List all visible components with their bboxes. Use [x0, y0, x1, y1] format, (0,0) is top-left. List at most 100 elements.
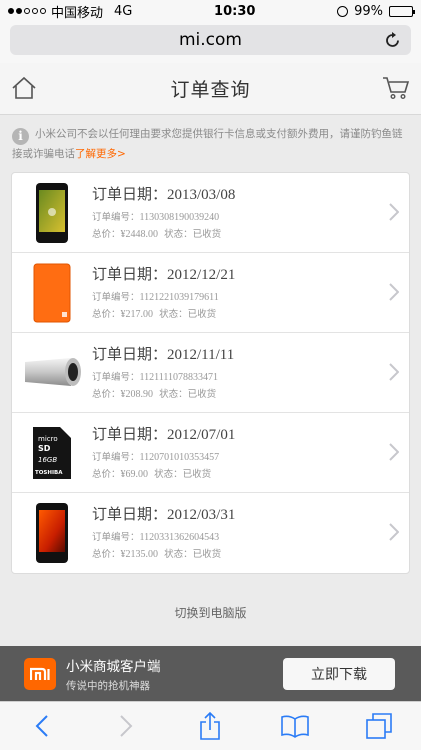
- total-label: 总价：: [92, 388, 121, 400]
- browser-toolbar: [0, 701, 421, 750]
- order-date-label: 订单日期：: [92, 344, 168, 363]
- svg-text:TOSHIBA: TOSHIBA: [35, 470, 63, 476]
- chevron-left-icon: [35, 715, 48, 737]
- share-button[interactable]: [188, 704, 232, 748]
- order-item[interactable]: 订单日期：2013/03/08 订单编号：1130308190039240 总价…: [12, 173, 409, 253]
- order-total: ¥2448.00: [120, 228, 159, 240]
- chevron-right-icon: [389, 363, 399, 381]
- order-list: 订单日期：2013/03/08 订单编号：1130308190039240 总价…: [11, 172, 410, 574]
- order-item[interactable]: 订单日期：2012/12/21 订单编号：1121221039179611 总价…: [12, 253, 409, 333]
- status-left: 中国移动 4G: [8, 2, 132, 21]
- status-bar: 中国移动 4G 10:30 99%: [0, 0, 421, 22]
- bookmarks-button[interactable]: [273, 704, 317, 748]
- switch-to-desktop-link[interactable]: 切换到电脑版: [0, 604, 421, 621]
- chevron-right-icon: [389, 283, 399, 301]
- cart-icon[interactable]: [382, 75, 410, 101]
- phone-icon: [36, 503, 68, 563]
- order-no-label: 订单编号：: [92, 211, 140, 223]
- reload-icon[interactable]: [385, 31, 401, 49]
- order-no-label: 订单编号：: [92, 532, 140, 543]
- back-button[interactable]: [20, 704, 64, 748]
- total-label: 总价：: [92, 308, 121, 320]
- order-no-label: 订单编号：: [92, 291, 140, 303]
- status-label: 状态：: [164, 549, 193, 560]
- chevron-right-icon: [389, 523, 399, 541]
- security-notice: i 小米公司不会以任何理由要求您提供银行卡信息或支付额外费用，请谨防钓鱼链接或诈骗…: [0, 115, 421, 172]
- order-date-label: 订单日期：: [92, 184, 168, 203]
- order-date: 2013/03/08: [167, 186, 236, 203]
- product-thumbnail: [12, 493, 92, 573]
- product-thumbnail: [12, 173, 92, 253]
- page-title: 订单查询: [170, 79, 251, 101]
- microsd-card-icon: micro SD 16GB TOSHIBA: [33, 426, 71, 479]
- product-thumbnail: [12, 333, 92, 413]
- product-thumbnail: micro SD 16GB TOSHIBA: [12, 413, 92, 493]
- order-total: ¥2135.00: [120, 549, 159, 560]
- order-no: 1121221039179611: [139, 291, 219, 303]
- app-download-banner: 小米商城客户端 传说中的抢机神器 立即下载: [0, 646, 421, 701]
- status-label: 状态：: [164, 228, 193, 240]
- phone-icon: [36, 182, 68, 243]
- order-no: 1120331362604543: [139, 532, 220, 543]
- carrier-label: 中国移动: [51, 5, 104, 21]
- status-label: 状态：: [159, 308, 188, 320]
- download-title: 小米商城客户端: [66, 658, 161, 675]
- network-label: 4G: [114, 3, 133, 19]
- book-icon: [280, 715, 309, 738]
- order-date: 2012/12/21: [167, 266, 236, 283]
- battery-case-icon: [33, 263, 71, 322]
- battery-percent: 99%: [354, 3, 383, 19]
- total-label: 总价：: [92, 228, 121, 240]
- address-bar[interactable]: mi.com: [10, 25, 411, 55]
- total-label: 总价：: [92, 468, 121, 480]
- order-date: 2012/11/11: [167, 346, 235, 363]
- order-no: 1120701010353457: [139, 451, 220, 463]
- svg-text:16GB: 16GB: [38, 456, 57, 464]
- chevron-right-icon: [120, 715, 133, 737]
- mi-logo-icon: [24, 657, 56, 690]
- url-text: mi.com: [179, 30, 242, 50]
- order-total: ¥217.00: [120, 308, 154, 320]
- status-right: 99%: [337, 3, 415, 19]
- browser-address-area: mi.com: [0, 22, 421, 63]
- order-date: 2012/03/31: [167, 507, 236, 523]
- order-no: 1130308190039240: [139, 211, 220, 223]
- status-label: 状态：: [154, 468, 183, 480]
- status-label: 状态：: [159, 388, 188, 400]
- order-status: 已收货: [182, 468, 212, 480]
- order-no-label: 订单编号：: [92, 451, 140, 463]
- order-no: 1121111078833471: [139, 371, 219, 383]
- download-subtitle: 传说中的抢机神器: [66, 679, 150, 692]
- learn-more-link[interactable]: 了解更多>: [75, 148, 126, 160]
- order-item[interactable]: 订单日期：2012/03/31 订单编号：1120331362604543 总价…: [12, 493, 409, 573]
- download-now-button[interactable]: 立即下载: [283, 657, 395, 690]
- order-date-label: 订单日期：: [92, 505, 168, 523]
- svg-text:SD: SD: [38, 444, 51, 453]
- order-item[interactable]: 订单日期：2012/11/11 订单编号：1121111078833471 总价…: [12, 333, 409, 413]
- chevron-right-icon: [389, 443, 399, 461]
- chevron-right-icon: [389, 203, 399, 221]
- order-item[interactable]: micro SD 16GB TOSHIBA 订单日期：2012/07/01 订单…: [12, 413, 409, 493]
- clock: 10:30: [214, 3, 256, 19]
- svg-text:micro: micro: [38, 435, 58, 443]
- battery-icon: [388, 5, 415, 17]
- order-no-label: 订单编号：: [92, 371, 140, 383]
- signal-icon: [8, 8, 46, 14]
- order-total: ¥208.90: [120, 388, 154, 400]
- power-bank-icon: [25, 357, 81, 386]
- rotation-lock-icon: [337, 5, 349, 17]
- order-status: 已收货: [192, 549, 222, 560]
- order-status: 已收货: [187, 388, 217, 400]
- share-icon: [200, 711, 221, 740]
- order-date-label: 订单日期：: [92, 424, 168, 443]
- app-header: 订单查询: [0, 63, 421, 115]
- tabs-button[interactable]: [357, 704, 401, 748]
- home-icon[interactable]: [11, 75, 37, 101]
- forward-button[interactable]: [104, 704, 148, 748]
- order-total: ¥69.00: [120, 468, 149, 480]
- order-date: 2012/07/01: [167, 426, 236, 443]
- product-thumbnail: [12, 253, 92, 333]
- tabs-icon: [366, 713, 392, 739]
- order-date-label: 订单日期：: [92, 264, 168, 283]
- total-label: 总价：: [92, 549, 121, 560]
